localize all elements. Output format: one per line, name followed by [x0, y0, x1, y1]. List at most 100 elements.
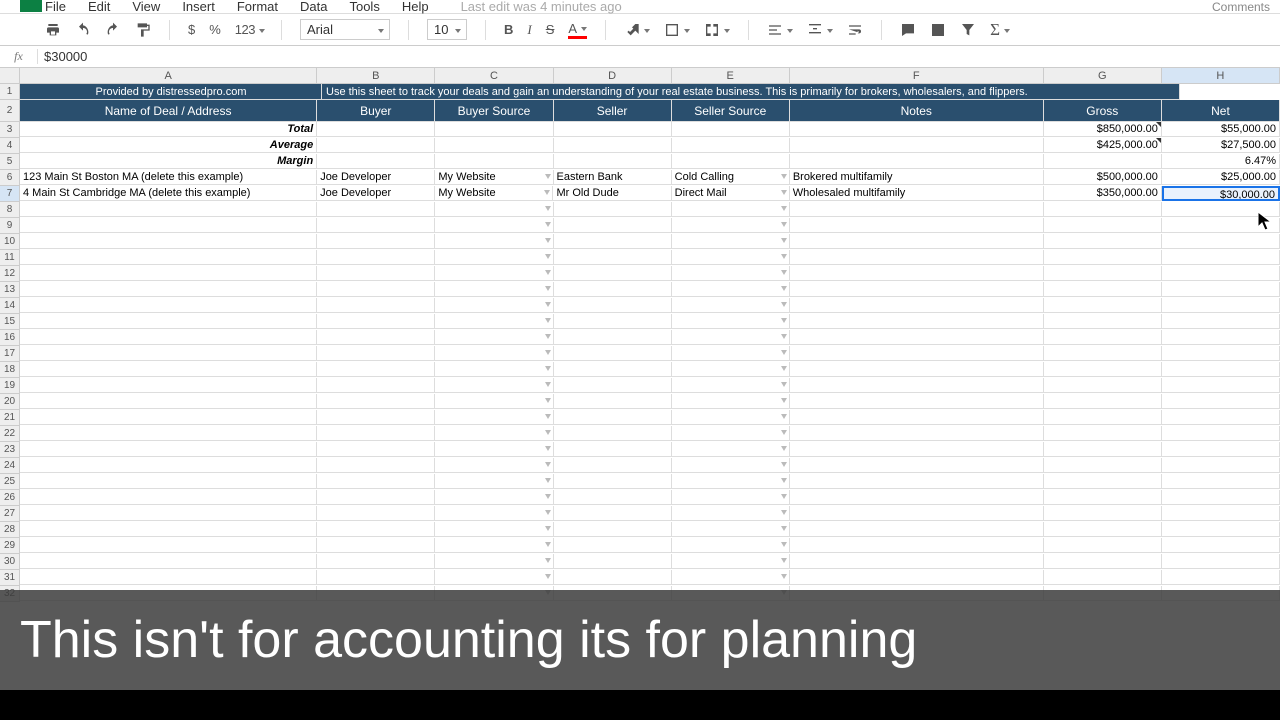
menu-help[interactable]: Help: [402, 0, 429, 14]
cell[interactable]: [790, 314, 1044, 329]
cell[interactable]: [554, 426, 672, 441]
cell[interactable]: [435, 410, 553, 425]
cell[interactable]: Gross: [1044, 100, 1162, 122]
cell[interactable]: [790, 250, 1044, 265]
cell[interactable]: [317, 154, 435, 169]
dropdown-icon[interactable]: [545, 446, 551, 451]
cell[interactable]: [435, 218, 553, 233]
row-header[interactable]: 12: [0, 266, 20, 282]
row-header[interactable]: 13: [0, 282, 20, 298]
cell[interactable]: [1162, 282, 1280, 297]
cell[interactable]: [20, 538, 317, 553]
cell[interactable]: [317, 218, 435, 233]
cell[interactable]: [1044, 378, 1162, 393]
cell[interactable]: [672, 410, 790, 425]
cell[interactable]: [672, 506, 790, 521]
dropdown-icon[interactable]: [781, 334, 787, 339]
dropdown-icon[interactable]: [781, 510, 787, 515]
cell[interactable]: [1162, 346, 1280, 361]
row-header[interactable]: 31: [0, 570, 20, 586]
cell[interactable]: [672, 234, 790, 249]
row-header[interactable]: 20: [0, 394, 20, 410]
cell[interactable]: [672, 250, 790, 265]
cell[interactable]: [317, 506, 435, 521]
cell[interactable]: [435, 426, 553, 441]
cell[interactable]: [1044, 314, 1162, 329]
cell[interactable]: [1162, 538, 1280, 553]
cell[interactable]: [1044, 570, 1162, 585]
selected-cell[interactable]: $30,000.00: [1162, 186, 1280, 201]
dropdown-icon[interactable]: [781, 398, 787, 403]
cell[interactable]: [20, 330, 317, 345]
row-header[interactable]: 30: [0, 554, 20, 570]
cell[interactable]: Average: [20, 138, 317, 153]
cell[interactable]: [317, 138, 435, 153]
cell[interactable]: 123 Main St Boston MA (delete this examp…: [20, 170, 317, 185]
cell[interactable]: [1162, 330, 1280, 345]
cell[interactable]: [554, 474, 672, 489]
cell[interactable]: [554, 490, 672, 505]
dropdown-icon[interactable]: [545, 558, 551, 563]
cell[interactable]: [790, 554, 1044, 569]
cell[interactable]: [672, 522, 790, 537]
cell[interactable]: [20, 410, 317, 425]
paint-format-icon[interactable]: [135, 22, 151, 38]
cell[interactable]: [790, 346, 1044, 361]
col-header-b[interactable]: B: [317, 68, 435, 83]
dropdown-icon[interactable]: [545, 302, 551, 307]
cell[interactable]: [554, 330, 672, 345]
col-header-h[interactable]: H: [1162, 68, 1280, 83]
cell[interactable]: [790, 202, 1044, 217]
dropdown-icon[interactable]: [545, 350, 551, 355]
cell[interactable]: [790, 442, 1044, 457]
dropdown-icon[interactable]: [781, 542, 787, 547]
dropdown-icon[interactable]: [781, 574, 787, 579]
row-header[interactable]: 15: [0, 314, 20, 330]
cell[interactable]: [1162, 442, 1280, 457]
cell[interactable]: [790, 570, 1044, 585]
cell[interactable]: [790, 298, 1044, 313]
cell[interactable]: [435, 154, 553, 169]
cell[interactable]: [554, 282, 672, 297]
cell[interactable]: [435, 362, 553, 377]
cell[interactable]: Seller: [554, 100, 672, 122]
cell[interactable]: [435, 330, 553, 345]
cell[interactable]: [672, 314, 790, 329]
dropdown-icon[interactable]: [781, 526, 787, 531]
row-header[interactable]: 24: [0, 458, 20, 474]
cell[interactable]: [435, 298, 553, 313]
cell[interactable]: [20, 362, 317, 377]
cell[interactable]: [1044, 154, 1162, 169]
row-header[interactable]: 19: [0, 378, 20, 394]
cell[interactable]: [20, 282, 317, 297]
cell[interactable]: [790, 410, 1044, 425]
cell[interactable]: [435, 570, 553, 585]
cell[interactable]: Buyer: [317, 100, 435, 122]
col-header-a[interactable]: A: [20, 68, 317, 83]
last-edit-text[interactable]: Last edit was 4 minutes ago: [461, 0, 622, 14]
dropdown-icon[interactable]: [545, 414, 551, 419]
cell[interactable]: [554, 250, 672, 265]
cell[interactable]: [435, 346, 553, 361]
cell[interactable]: [1044, 394, 1162, 409]
cell[interactable]: 6.47%: [1162, 154, 1280, 169]
cell[interactable]: [20, 442, 317, 457]
cell[interactable]: [1044, 330, 1162, 345]
cell[interactable]: [317, 538, 435, 553]
currency-button[interactable]: $: [188, 22, 195, 37]
cell[interactable]: Net: [1162, 100, 1280, 122]
cell[interactable]: Notes: [790, 100, 1044, 122]
cell[interactable]: [1044, 442, 1162, 457]
cell[interactable]: [672, 394, 790, 409]
cell[interactable]: [20, 554, 317, 569]
cell[interactable]: [1044, 410, 1162, 425]
functions-icon[interactable]: Σ: [990, 20, 1010, 40]
cell[interactable]: [1162, 378, 1280, 393]
cell[interactable]: [554, 138, 672, 153]
cell[interactable]: [554, 122, 672, 137]
cell[interactable]: $850,000.00: [1044, 122, 1162, 137]
cell[interactable]: [1162, 234, 1280, 249]
cell[interactable]: [1044, 202, 1162, 217]
col-header-f[interactable]: F: [790, 68, 1044, 83]
cell[interactable]: [1162, 298, 1280, 313]
